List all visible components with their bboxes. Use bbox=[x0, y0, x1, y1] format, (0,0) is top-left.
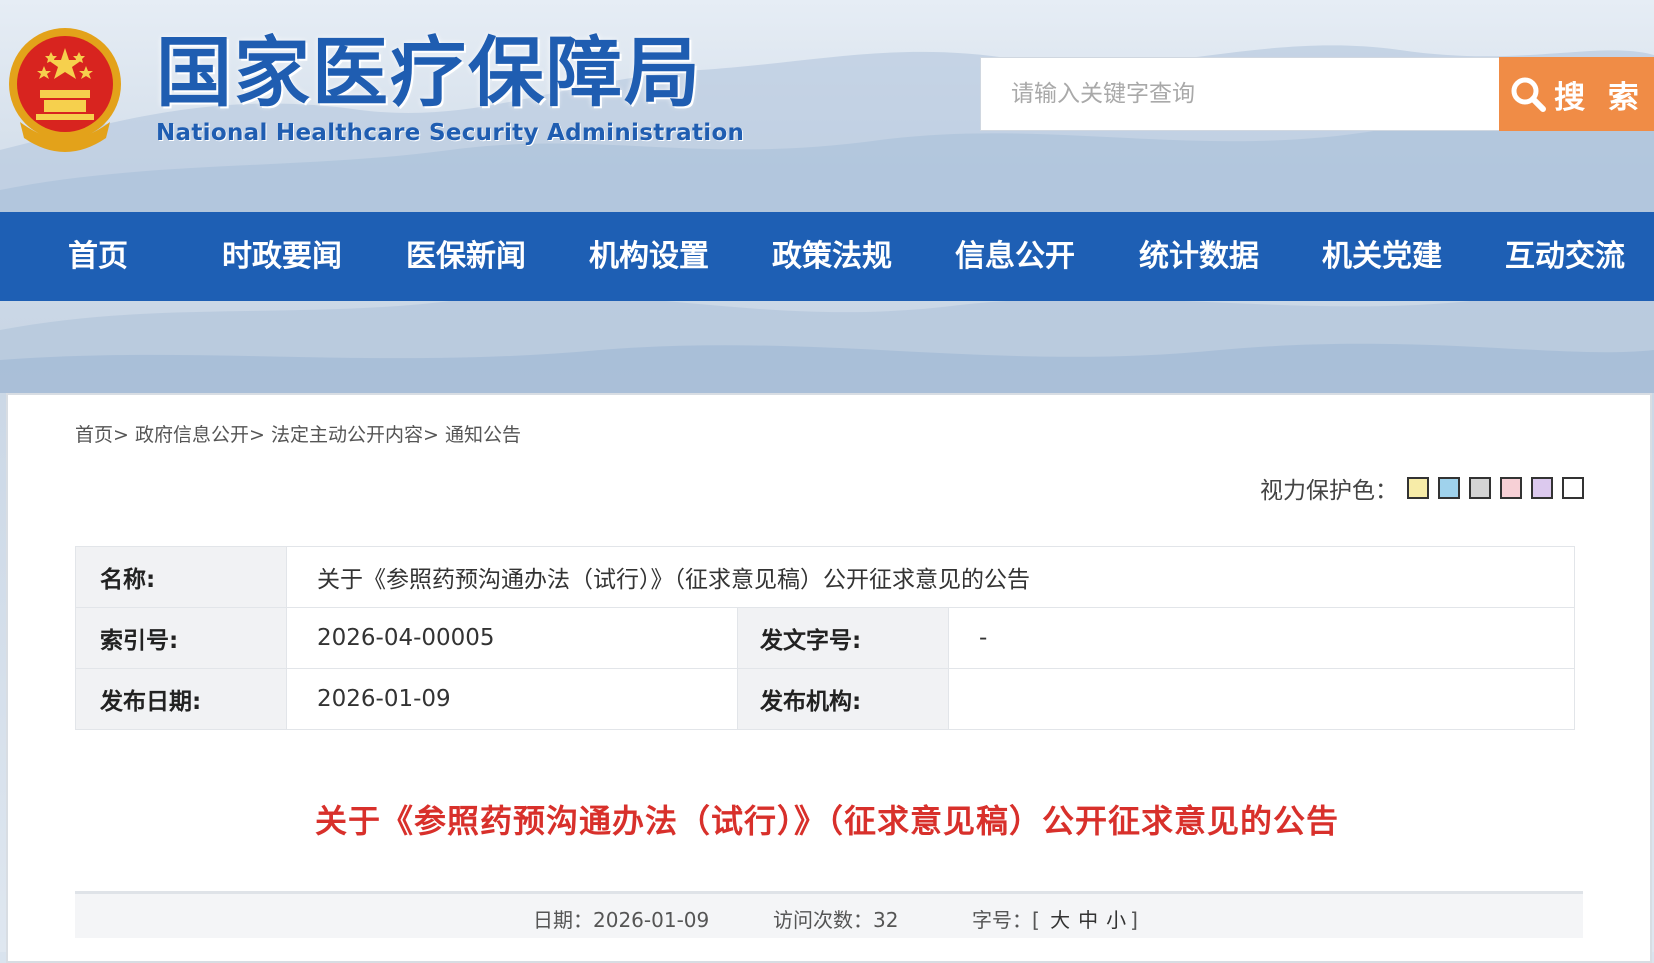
breadcrumb-statutory[interactable]: 法定主动公开内容 bbox=[271, 424, 423, 446]
meta-docno-value: - bbox=[948, 607, 1575, 669]
nav-item-healthcare-news[interactable]: 医保新闻 bbox=[406, 212, 526, 301]
font-size-control: 字号：[ 大中小] bbox=[972, 904, 1138, 933]
table-row: 发布日期: 2026-01-09 发布机构: bbox=[75, 668, 1575, 730]
vision-label: 视力保护色： bbox=[1260, 478, 1398, 504]
article-date-label: 日期： bbox=[533, 908, 593, 932]
meta-docno-label: 发文字号: bbox=[737, 607, 949, 669]
document-meta-table: 名称: 关于《参照药预沟通办法（试行）》（征求意见稿）公开征求意见的公告 索引号… bbox=[75, 546, 1575, 730]
meta-name-label: 名称: bbox=[75, 546, 287, 608]
swatch-purple[interactable] bbox=[1531, 477, 1553, 499]
article-date-value: 2026-01-09 bbox=[593, 908, 710, 932]
nav-item-home[interactable]: 首页 bbox=[68, 212, 128, 301]
table-row: 名称: 关于《参照药预沟通办法（试行）》（征求意见稿）公开征求意见的公告 bbox=[75, 546, 1575, 608]
site-subtitle: National Healthcare Security Administrat… bbox=[156, 120, 745, 146]
article-visits: 访问次数：32 bbox=[773, 904, 898, 933]
breadcrumb-separator: > bbox=[422, 424, 439, 446]
nav-item-info-disclosure[interactable]: 信息公开 bbox=[955, 212, 1075, 301]
main-nav: 首页 时政要闻 医保新闻 机构设置 政策法规 信息公开 统计数据 机关党建 互动… bbox=[0, 212, 1654, 301]
font-size-label: 字号：[ bbox=[972, 908, 1040, 932]
meta-org-label: 发布机构: bbox=[737, 668, 949, 730]
nav-item-policies[interactable]: 政策法规 bbox=[772, 212, 892, 301]
swatch-white[interactable] bbox=[1562, 477, 1584, 499]
site-title: 国家医疗保障局 bbox=[156, 28, 702, 117]
nav-item-interaction[interactable]: 互动交流 bbox=[1505, 212, 1625, 301]
swatch-yellow[interactable] bbox=[1407, 477, 1429, 499]
swatch-blue[interactable] bbox=[1438, 477, 1460, 499]
meta-index-label: 索引号: bbox=[75, 607, 287, 669]
search-icon bbox=[1511, 77, 1547, 112]
article-title: 关于《参照药预沟通办法（试行）》（征求意见稿）公开征求意见的公告 bbox=[314, 802, 1339, 840]
search-button-label: 搜 索 bbox=[1554, 79, 1645, 116]
swatch-gray[interactable] bbox=[1469, 477, 1491, 499]
meta-name-value: 关于《参照药预沟通办法（试行）》（征求意见稿）公开征求意见的公告 bbox=[286, 546, 1575, 608]
search-input[interactable] bbox=[981, 58, 1499, 130]
nav-item-organization[interactable]: 机构设置 bbox=[589, 212, 709, 301]
font-size-large-button[interactable]: 大 bbox=[1050, 908, 1070, 932]
breadcrumb-separator: > bbox=[249, 424, 265, 446]
breadcrumb-separator: > bbox=[113, 424, 129, 446]
meta-org-value bbox=[948, 668, 1575, 730]
meta-index-value: 2026-04-00005 bbox=[286, 607, 738, 669]
font-size-end: ] bbox=[1130, 908, 1138, 932]
article-visits-value: 32 bbox=[873, 908, 899, 932]
nav-item-politics-news[interactable]: 时政要闻 bbox=[222, 212, 342, 301]
search-box bbox=[980, 57, 1500, 131]
table-row: 索引号: 2026-04-00005 发文字号: - bbox=[75, 607, 1575, 669]
breadcrumb: 首页> 政府信息公开> 法定主动公开内容> 通知公告 bbox=[75, 420, 521, 447]
article-date: 日期：2026-01-09 bbox=[533, 904, 709, 933]
breadcrumb-gov-info[interactable]: 政府信息公开 bbox=[135, 424, 249, 446]
meta-date-value: 2026-01-09 bbox=[286, 668, 738, 730]
meta-date-label: 发布日期: bbox=[75, 668, 287, 730]
vision-protection: 视力保护色： bbox=[1260, 471, 1584, 505]
article-visits-label: 访问次数： bbox=[773, 908, 873, 932]
national-emblem-icon bbox=[6, 26, 124, 154]
breadcrumb-home[interactable]: 首页 bbox=[75, 424, 113, 446]
swatch-pink[interactable] bbox=[1500, 477, 1522, 499]
nav-item-party-building[interactable]: 机关党建 bbox=[1322, 212, 1442, 301]
search-button[interactable]: 搜 索 bbox=[1499, 57, 1654, 131]
nav-item-statistics[interactable]: 统计数据 bbox=[1139, 212, 1259, 301]
breadcrumb-notices[interactable]: 通知公告 bbox=[445, 424, 521, 446]
font-size-small-button[interactable]: 小 bbox=[1106, 908, 1126, 932]
font-size-medium-button[interactable]: 中 bbox=[1078, 908, 1098, 932]
article-info-bar: 日期：2026-01-09 访问次数：32 字号：[ 大中小] bbox=[75, 891, 1583, 938]
